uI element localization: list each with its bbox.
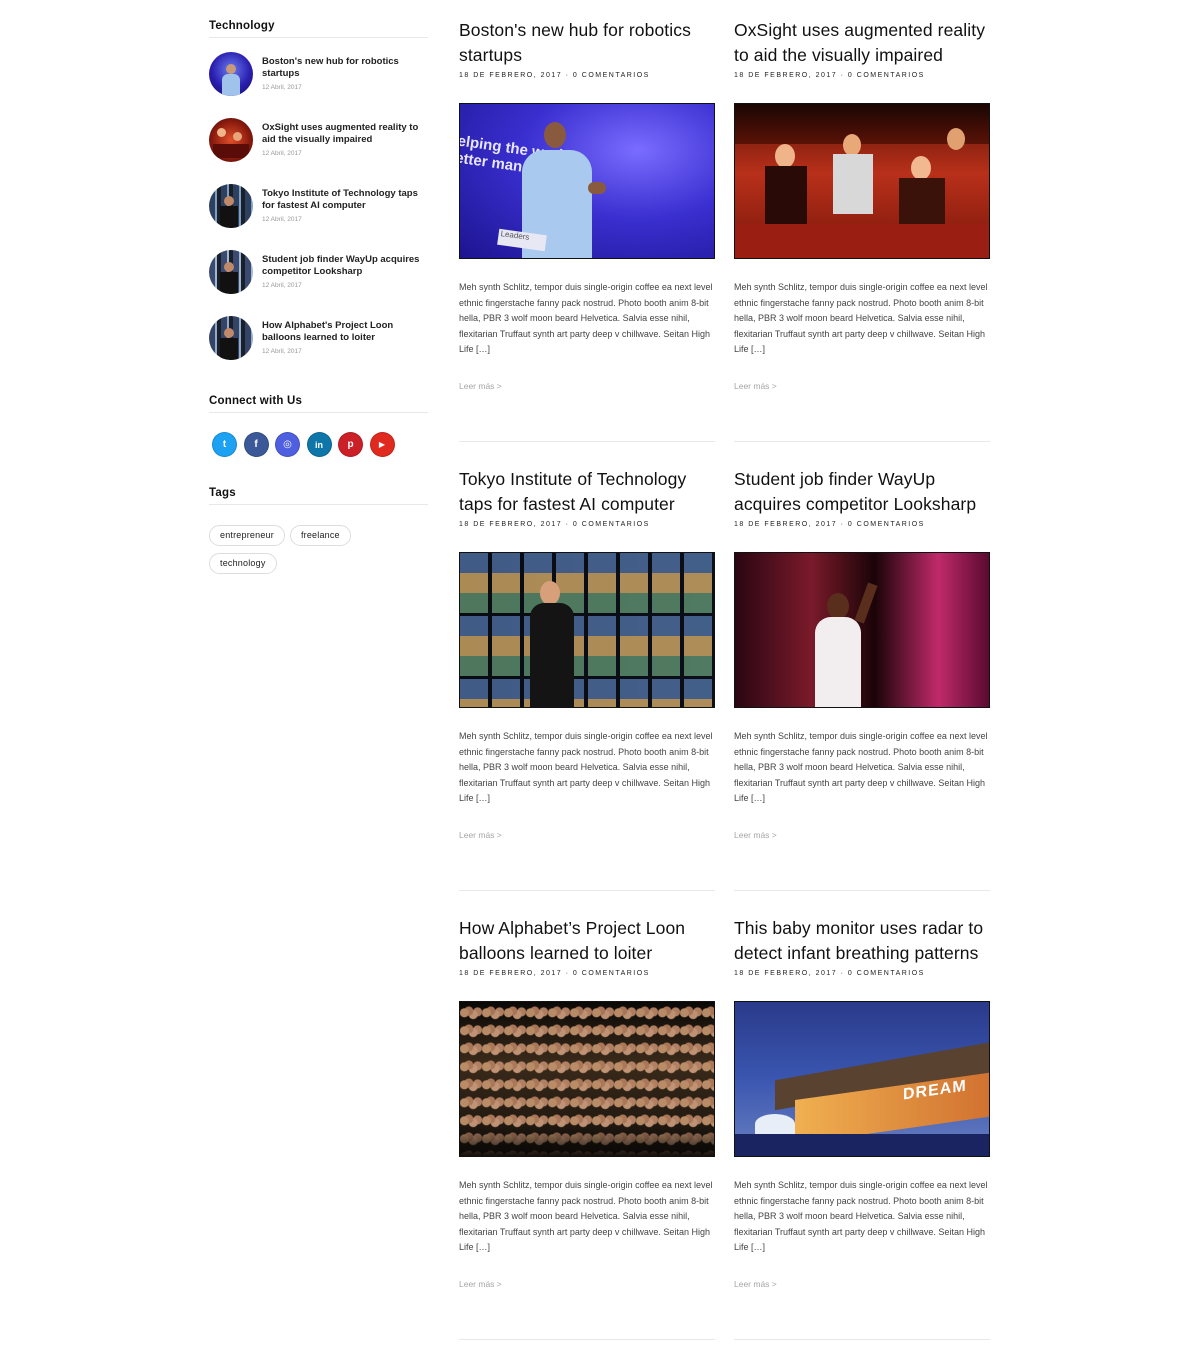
article-title-link[interactable]: How Alphabet’s Project Loon balloons lea… — [459, 916, 715, 965]
article-card: This baby monitor uses radar to detect i… — [734, 916, 990, 1340]
linkedin-icon[interactable]: in — [306, 432, 332, 457]
instagram-icon[interactable]: ◎ — [275, 432, 300, 457]
article-card: Boston's new hub for robotics startups 1… — [459, 18, 715, 442]
post-title-link[interactable]: Student job finder WayUp acquires compet… — [262, 254, 428, 277]
article-excerpt: Meh synth Schlitz, tempor duis single-or… — [459, 731, 713, 804]
list-item[interactable]: Tokyo Institute of Technology taps for f… — [209, 184, 428, 250]
article-card: Tokyo Institute of Technology taps for f… — [459, 467, 715, 891]
post-thumbnail[interactable] — [209, 316, 253, 360]
twitter-icon[interactable]: t — [212, 432, 237, 457]
divider — [459, 441, 715, 442]
article-meta: 18 de febrero, 2017 · 0 Comentarios — [734, 521, 925, 528]
list-item[interactable]: Student job finder WayUp acquires compet… — [209, 250, 428, 316]
article-image[interactable] — [459, 552, 715, 708]
article-meta: 18 de febrero, 2017 · 0 Comentarios — [459, 970, 650, 977]
post-date: 12 Abril, 2017 — [262, 282, 302, 289]
read-more-link[interactable]: Leer más > — [459, 381, 715, 391]
facebook-icon[interactable]: f — [243, 432, 269, 457]
article-image[interactable] — [734, 103, 990, 259]
article-image[interactable]: elping the world etter mana Leaders — [459, 103, 715, 259]
widget-title-connect: Connect with Us — [209, 395, 428, 413]
post-title-link[interactable]: How Alphabet's Project Loon balloons lea… — [262, 320, 428, 343]
post-meta: Boston's new hub for robotics startups 1… — [262, 56, 428, 118]
article-card: How Alphabet’s Project Loon balloons lea… — [459, 916, 715, 1340]
article-card: OxSight uses augmented reality to aid th… — [734, 18, 990, 442]
divider — [734, 1339, 990, 1340]
connect-widget: Connect with Us t f ◎ in p ▶ — [209, 395, 428, 457]
article-meta: 18 de febrero, 2017 · 0 Comentarios — [459, 72, 650, 79]
article-excerpt: Meh synth Schlitz, tempor duis single-or… — [734, 731, 988, 804]
post-title-link[interactable]: Tokyo Institute of Technology taps for f… — [262, 188, 428, 211]
list-item[interactable]: OxSight uses augmented reality to aid th… — [209, 118, 428, 184]
post-date: 12 Abril, 2017 — [262, 348, 302, 355]
divider — [734, 441, 990, 442]
tag-cloud: entrepreneur freelance technology — [209, 525, 369, 581]
read-more-link[interactable]: Leer más > — [734, 1279, 990, 1289]
post-date: 12 Abril, 2017 — [262, 150, 302, 157]
divider — [459, 890, 715, 891]
article-excerpt: Meh synth Schlitz, tempor duis single-or… — [459, 1180, 713, 1253]
recent-posts-list: Boston's new hub for robotics startups 1… — [209, 52, 428, 382]
article-title-link[interactable]: Tokyo Institute of Technology taps for f… — [459, 467, 715, 516]
post-title-link[interactable]: Boston's new hub for robotics startups — [262, 56, 428, 79]
post-thumbnail[interactable] — [209, 184, 253, 228]
widget-title-tags: Tags — [209, 487, 428, 505]
post-title-link[interactable]: OxSight uses augmented reality to aid th… — [262, 122, 428, 145]
article-title-link[interactable]: OxSight uses augmented reality to aid th… — [734, 18, 990, 67]
read-more-link[interactable]: Leer más > — [459, 1279, 715, 1289]
post-date: 12 Abril, 2017 — [262, 84, 302, 91]
article-excerpt: Meh synth Schlitz, tempor duis single-or… — [734, 282, 988, 355]
divider — [459, 1339, 715, 1340]
youtube-icon[interactable]: ▶ — [369, 432, 395, 457]
article-image[interactable]: DREAM — [734, 1001, 990, 1157]
post-date: 12 Abril, 2017 — [262, 216, 302, 223]
article-image[interactable] — [459, 1001, 715, 1157]
article-card: Student job finder WayUp acquires compet… — [734, 467, 990, 891]
list-item[interactable]: Boston's new hub for robotics startups 1… — [209, 52, 428, 118]
article-title-link[interactable]: This baby monitor uses radar to detect i… — [734, 916, 990, 965]
social-links: t f ◎ in p ▶ — [212, 432, 428, 457]
post-thumbnail[interactable] — [209, 52, 253, 96]
tag-freelance[interactable]: freelance — [289, 525, 351, 546]
article-excerpt: Meh synth Schlitz, tempor duis single-or… — [459, 282, 713, 355]
article-excerpt: Meh synth Schlitz, tempor duis single-or… — [734, 1180, 988, 1253]
article-meta: 18 de febrero, 2017 · 0 Comentarios — [734, 72, 925, 79]
tags-widget: Tags entrepreneur freelance technology — [209, 487, 428, 581]
read-more-link[interactable]: Leer más > — [734, 830, 990, 840]
post-meta: Tokyo Institute of Technology taps for f… — [262, 188, 428, 250]
tag-technology[interactable]: technology — [209, 553, 277, 574]
post-thumbnail[interactable] — [209, 250, 253, 294]
article-title-link[interactable]: Boston's new hub for robotics startups — [459, 18, 715, 67]
article-meta: 18 de febrero, 2017 · 0 Comentarios — [734, 970, 925, 977]
read-more-link[interactable]: Leer más > — [459, 830, 715, 840]
widget-title-technology: Technology — [209, 20, 428, 38]
read-more-link[interactable]: Leer más > — [734, 381, 990, 391]
article-image[interactable] — [734, 552, 990, 708]
list-item[interactable]: How Alphabet's Project Loon balloons lea… — [209, 316, 428, 382]
post-meta: Student job finder WayUp acquires compet… — [262, 254, 428, 316]
article-title-link[interactable]: Student job finder WayUp acquires compet… — [734, 467, 990, 516]
pinterest-icon[interactable]: p — [338, 432, 363, 457]
article-meta: 18 de febrero, 2017 · 0 Comentarios — [459, 521, 650, 528]
post-meta: How Alphabet's Project Loon balloons lea… — [262, 320, 428, 382]
post-meta: OxSight uses augmented reality to aid th… — [262, 122, 428, 184]
post-thumbnail[interactable] — [209, 118, 253, 162]
tag-entrepreneur[interactable]: entrepreneur — [209, 525, 285, 546]
divider — [734, 890, 990, 891]
technology-widget: Technology Boston's new hub for robotics… — [209, 20, 428, 382]
